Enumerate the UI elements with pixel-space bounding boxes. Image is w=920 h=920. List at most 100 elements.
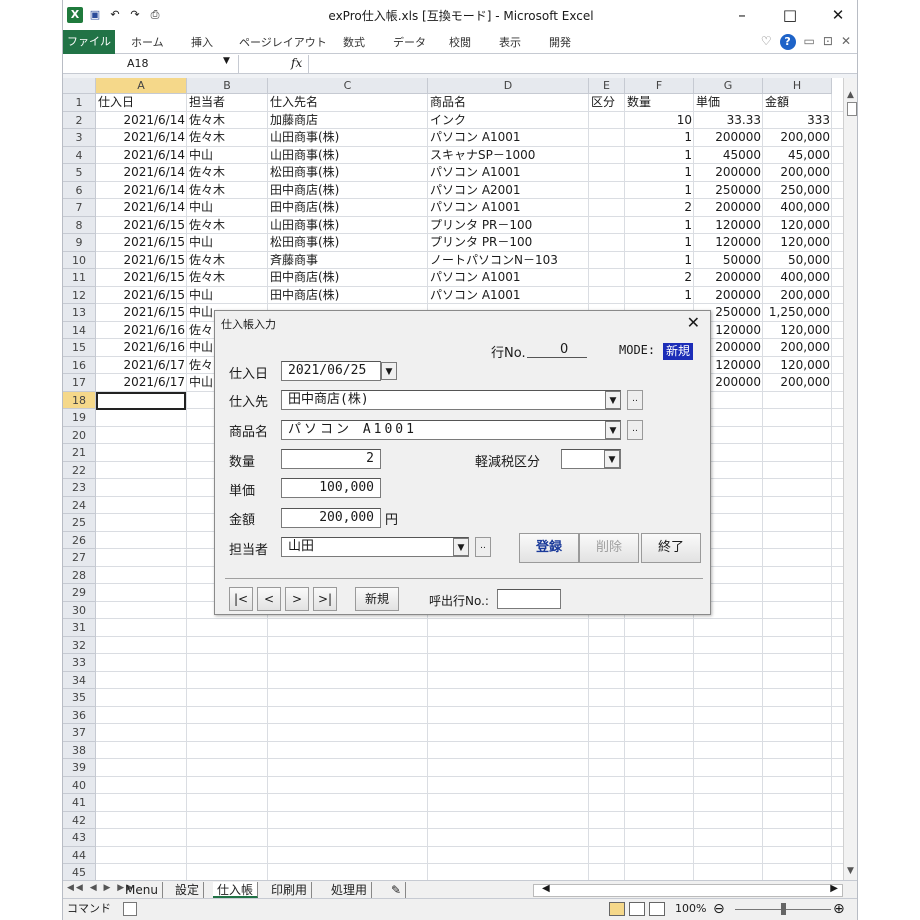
- table-cell[interactable]: 120,000: [763, 357, 832, 375]
- table-cell[interactable]: [589, 217, 625, 235]
- table-cell[interactable]: パソコン A2001: [428, 182, 589, 200]
- name-box-dropdown-icon[interactable]: ▼: [223, 56, 230, 66]
- scroll-down-icon[interactable]: ▼: [847, 866, 854, 876]
- table-cell[interactable]: 加藤商店: [268, 112, 428, 130]
- table-cell[interactable]: 中山: [187, 147, 268, 165]
- exit-button[interactable]: 終了: [641, 533, 701, 563]
- table-cell[interactable]: 佐々木: [187, 217, 268, 235]
- sheet-tab-menu[interactable]: Menu: [121, 882, 163, 898]
- zoom-level[interactable]: 100%: [675, 899, 706, 919]
- normal-view-icon[interactable]: [609, 902, 625, 916]
- row-header[interactable]: 37: [63, 724, 96, 742]
- row-header[interactable]: 33: [63, 654, 96, 672]
- table-cell[interactable]: 120,000: [763, 322, 832, 340]
- scroll-thumb[interactable]: [847, 102, 857, 116]
- row-header[interactable]: 41: [63, 794, 96, 812]
- table-cell[interactable]: [589, 199, 625, 217]
- header-cell-col-d[interactable]: 商品名: [428, 94, 589, 112]
- row-header[interactable]: 42: [63, 811, 96, 829]
- row-header[interactable]: 16: [63, 356, 96, 374]
- tab-formulas[interactable]: 数式: [343, 33, 365, 53]
- active-cell-a18[interactable]: [96, 391, 186, 410]
- table-cell[interactable]: 2021/6/15: [96, 304, 187, 322]
- zoom-slider-thumb[interactable]: [781, 903, 786, 915]
- scroll-left-icon[interactable]: ◀: [542, 883, 550, 894]
- nav-last-button[interactable]: >|: [313, 587, 337, 611]
- table-cell[interactable]: 45,000: [763, 147, 832, 165]
- column-header-a[interactable]: A: [96, 78, 187, 94]
- table-cell[interactable]: 1: [625, 217, 694, 235]
- row-header[interactable]: 7: [63, 199, 96, 217]
- page-break-view-icon[interactable]: [649, 902, 665, 916]
- table-cell[interactable]: [589, 287, 625, 305]
- table-cell[interactable]: 佐々木: [187, 269, 268, 287]
- row-header[interactable]: 5: [63, 164, 96, 182]
- header-cell-col-f[interactable]: 数量: [625, 94, 694, 112]
- column-header-d[interactable]: D: [428, 78, 589, 94]
- table-cell[interactable]: [589, 182, 625, 200]
- table-cell[interactable]: 120000: [694, 234, 763, 252]
- call-row-input[interactable]: [497, 589, 561, 609]
- row-header[interactable]: 12: [63, 286, 96, 304]
- table-cell[interactable]: 松田商事(株): [268, 164, 428, 182]
- table-cell[interactable]: インク: [428, 112, 589, 130]
- row-header[interactable]: 40: [63, 776, 96, 794]
- amount-input[interactable]: 200,000: [281, 508, 381, 528]
- table-cell[interactable]: 2021/6/14: [96, 199, 187, 217]
- tab-file[interactable]: ファイル: [63, 30, 115, 54]
- table-cell[interactable]: 200,000: [763, 164, 832, 182]
- table-cell[interactable]: [589, 129, 625, 147]
- maximize-button[interactable]: □: [775, 4, 805, 26]
- horizontal-scrollbar[interactable]: ◀ ▶: [533, 883, 843, 897]
- row-header[interactable]: 22: [63, 461, 96, 479]
- row-header[interactable]: 11: [63, 269, 96, 287]
- table-cell[interactable]: 250000: [694, 182, 763, 200]
- staff-combobox[interactable]: 山田: [281, 537, 469, 557]
- table-cell[interactable]: ノートパソコンN－103: [428, 252, 589, 270]
- tab-developer[interactable]: 開発: [549, 33, 571, 53]
- table-cell[interactable]: 2021/6/15: [96, 217, 187, 235]
- table-cell[interactable]: 1: [625, 129, 694, 147]
- row-header[interactable]: 29: [63, 584, 96, 602]
- row-header[interactable]: 2: [63, 111, 96, 129]
- staff-dropdown-icon[interactable]: ▼: [453, 538, 469, 556]
- table-cell[interactable]: 山田商事(株): [268, 147, 428, 165]
- table-cell[interactable]: [589, 252, 625, 270]
- table-cell[interactable]: 2021/6/14: [96, 112, 187, 130]
- staff-lookup-button[interactable]: ..: [475, 537, 491, 557]
- table-cell[interactable]: 2021/6/14: [96, 147, 187, 165]
- table-cell[interactable]: 2021/6/14: [96, 129, 187, 147]
- heart-icon[interactable]: ♡: [761, 34, 772, 50]
- row-header[interactable]: 39: [63, 759, 96, 777]
- row-header[interactable]: 28: [63, 566, 96, 584]
- table-cell[interactable]: 中山: [187, 287, 268, 305]
- row-header[interactable]: 13: [63, 304, 96, 322]
- table-cell[interactable]: 佐々木: [187, 182, 268, 200]
- row-header[interactable]: 9: [63, 234, 96, 252]
- supplier-lookup-button[interactable]: ..: [627, 390, 643, 410]
- row-header[interactable]: 25: [63, 514, 96, 532]
- row-header[interactable]: 44: [63, 846, 96, 864]
- sheet-tab-settings[interactable]: 設定: [171, 882, 205, 898]
- column-header-b[interactable]: B: [187, 78, 268, 94]
- header-cell-col-e[interactable]: 区分: [589, 94, 625, 112]
- row-header[interactable]: 38: [63, 741, 96, 759]
- delete-button[interactable]: 削除: [579, 533, 639, 563]
- row-header[interactable]: 19: [63, 409, 96, 427]
- close-button[interactable]: ✕: [823, 4, 853, 26]
- table-cell[interactable]: 200000: [694, 164, 763, 182]
- table-cell[interactable]: 200,000: [763, 287, 832, 305]
- table-cell[interactable]: プリンタ PR－100: [428, 217, 589, 235]
- tab-home[interactable]: ホーム: [131, 33, 164, 53]
- table-cell[interactable]: 1,250,000: [763, 304, 832, 322]
- supplier-combobox[interactable]: 田中商店(株): [281, 390, 621, 410]
- table-cell[interactable]: [589, 164, 625, 182]
- table-cell[interactable]: 1: [625, 182, 694, 200]
- table-cell[interactable]: 田中商店(株): [268, 199, 428, 217]
- table-cell[interactable]: 中山: [187, 234, 268, 252]
- table-cell[interactable]: [589, 147, 625, 165]
- table-cell[interactable]: 2021/6/15: [96, 269, 187, 287]
- date-dropdown-icon[interactable]: ▼: [381, 362, 397, 380]
- table-cell[interactable]: 2: [625, 269, 694, 287]
- unit-price-input[interactable]: 100,000: [281, 478, 381, 498]
